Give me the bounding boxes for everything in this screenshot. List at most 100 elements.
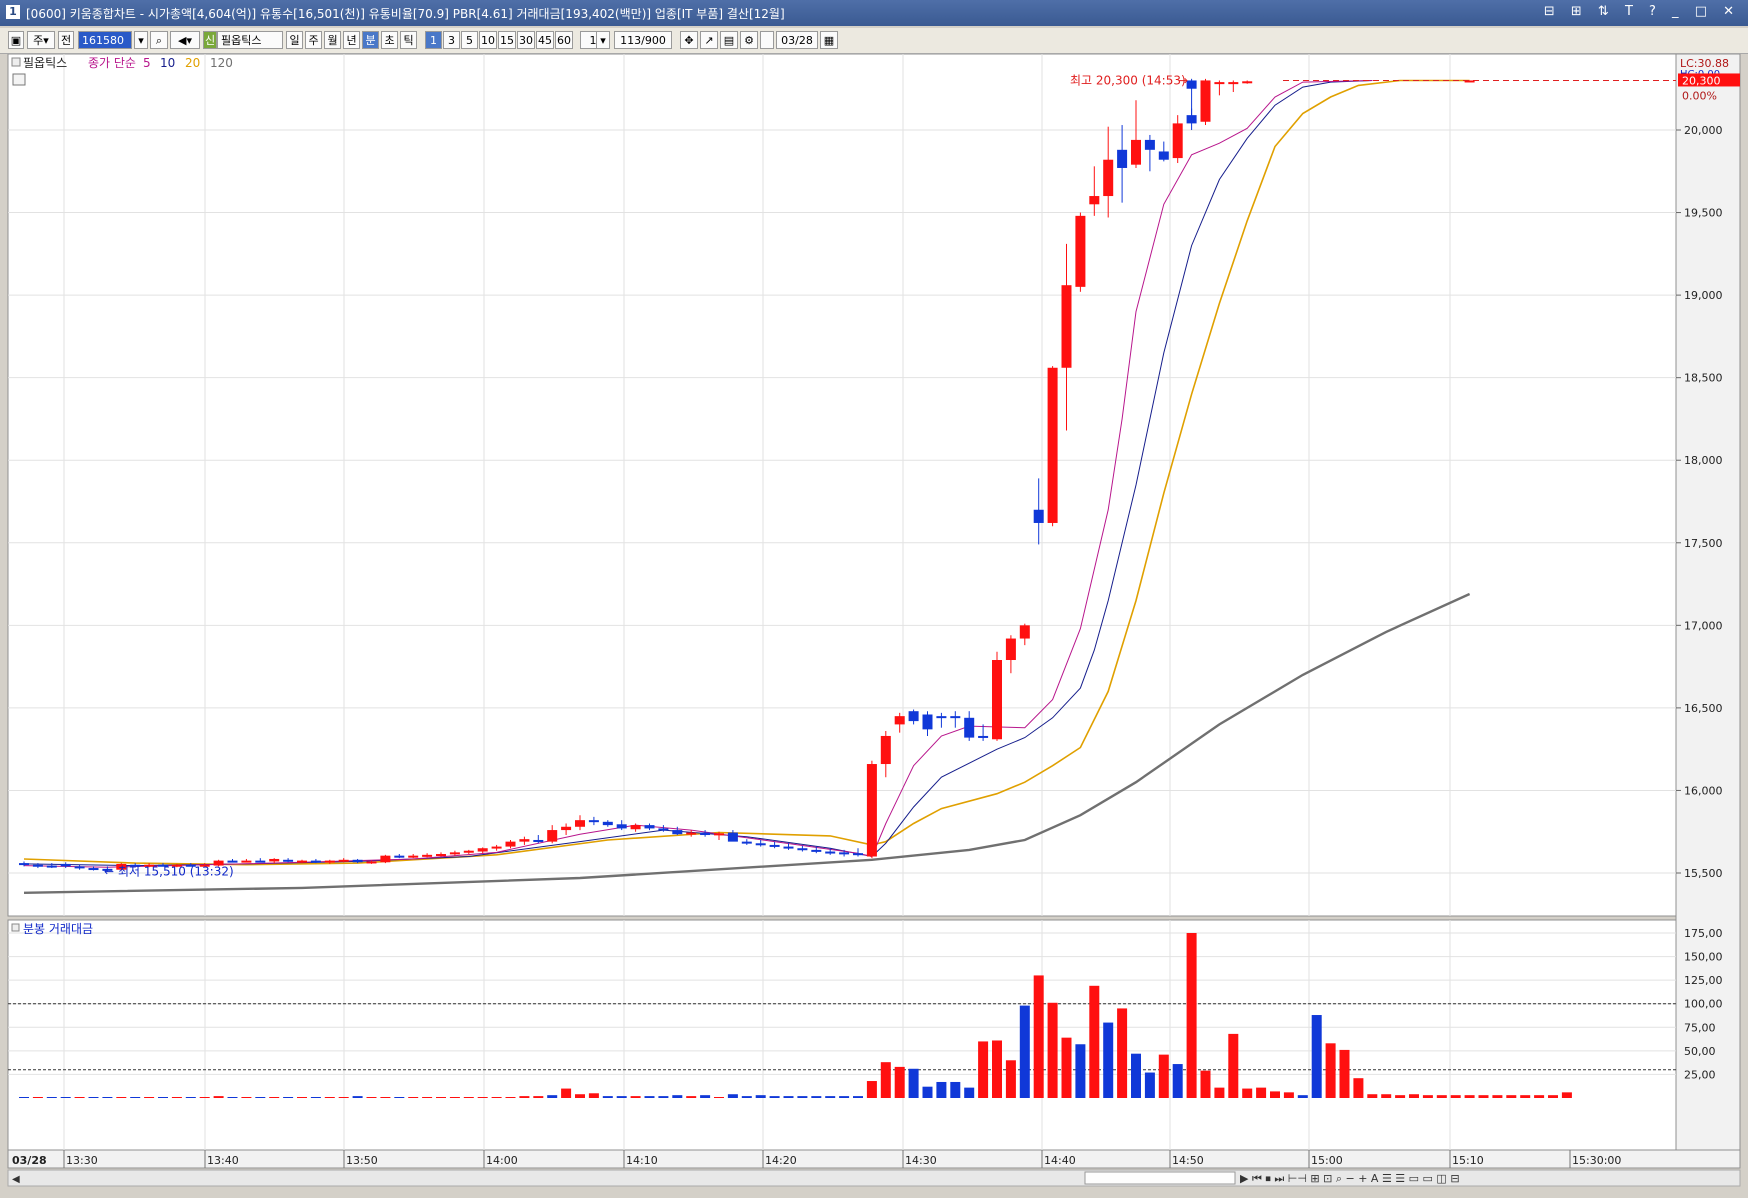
candle-body — [352, 859, 363, 863]
current-price-label: 20,300 — [1682, 74, 1721, 87]
candle-body — [1005, 638, 1016, 661]
layout-icon[interactable]: ▣ — [8, 31, 24, 49]
candle-body — [519, 839, 530, 842]
price-panel — [7, 53, 1677, 917]
stock-legend-label: 필옵틱스 — [23, 56, 67, 70]
candle-body — [88, 868, 99, 871]
volume-bar — [1422, 1095, 1433, 1098]
date-input[interactable]: 03/28 — [776, 31, 818, 49]
candle-body — [394, 855, 405, 858]
chevron-down-icon[interactable]: ▾ — [134, 31, 148, 49]
interval-button-1[interactable]: 1 — [425, 31, 442, 49]
candle-body — [366, 861, 377, 864]
candle-body — [463, 850, 474, 853]
volume-bar — [1242, 1088, 1253, 1098]
candle-body — [269, 858, 280, 862]
volume-bar — [783, 1096, 794, 1098]
volume-bar — [380, 1097, 391, 1098]
period-tab-2[interactable]: 월 — [324, 31, 341, 49]
volume-bar — [255, 1097, 266, 1098]
ma-legend-period: 5 — [143, 56, 151, 70]
candle-body — [672, 830, 683, 835]
candle-body — [1033, 509, 1044, 523]
volume-bar — [936, 1081, 947, 1098]
period-tab-0[interactable]: 일 — [286, 31, 303, 49]
volume-bar — [1089, 985, 1100, 1098]
volume-tick-label: 125,00 — [1684, 974, 1723, 987]
low-arrow: ← — [104, 864, 114, 878]
volume-bar — [853, 1096, 863, 1098]
volume-bar — [1353, 1078, 1364, 1098]
interval-button-45[interactable]: 45 — [536, 31, 554, 49]
interval-button-15[interactable]: 15 — [498, 31, 516, 49]
volume-bar — [1033, 975, 1044, 1098]
volume-menu-icon — [11, 923, 20, 932]
volume-bar — [616, 1096, 627, 1098]
candle-body — [727, 832, 738, 842]
volume-bar — [1478, 1095, 1489, 1098]
window-title: [0600] 키움종합차트 - 시가총액[4,604(억)] 유통수[16,50… — [26, 7, 785, 21]
volume-bar — [130, 1097, 141, 1098]
crosshair-icon[interactable]: ✥ — [680, 31, 698, 49]
volume-bar — [213, 1096, 224, 1098]
chart-toolbar: ▣ 주▾ 전 161580 ▾ ⌕ ◀▾ 신 필옵틱스 일 주 월 년 분 초 틱 1 3 5 10… — [0, 28, 1748, 54]
volume-bar — [992, 1040, 1002, 1098]
period-tab-5[interactable]: 초 — [381, 31, 398, 49]
volume-bar — [1144, 1072, 1155, 1098]
candle-body — [449, 852, 460, 855]
candle-body — [1158, 151, 1169, 160]
candle-body — [297, 860, 307, 863]
volume-bar — [1311, 1015, 1322, 1098]
draw-tool-icon[interactable]: ↗ — [700, 31, 718, 49]
interval-button-30[interactable]: 30 — [517, 31, 535, 49]
candle-body — [630, 825, 641, 830]
volume-bar — [1436, 1095, 1447, 1098]
candle-body — [853, 853, 863, 856]
period-tab-1[interactable]: 주 — [305, 31, 322, 49]
volume-tick-label: 75,00 — [1684, 1021, 1716, 1034]
volume-bar — [32, 1097, 43, 1098]
search-icon[interactable]: ⌕ — [150, 31, 168, 49]
volume-bar — [199, 1097, 210, 1098]
low-label: 최저 15,510 (13:32) — [118, 864, 234, 878]
stock-code-input[interactable]: 161580 — [78, 31, 132, 49]
settings-icon[interactable]: ⚙ — [740, 31, 758, 49]
calendar-icon[interactable]: ▦ — [820, 31, 838, 49]
x-tick-label: 14:10 — [626, 1154, 658, 1167]
ma-legend-period: 120 — [210, 56, 233, 70]
interval-button-5[interactable]: 5 — [461, 31, 478, 49]
candle-body — [950, 716, 961, 719]
volume-bar — [1381, 1094, 1392, 1098]
volume-legend-label: 분봉 거래대금 — [23, 922, 93, 936]
interval-dropdown-icon[interactable]: ▾ — [596, 31, 610, 49]
volume-bar — [491, 1097, 502, 1098]
scroll-controls-icon: ▶ ⏮ ⏹ ⏭ ⊢⊣ ⊞ ⊡ ⌕ − + A ☰ ☰ ▭ ▭ ◫ ⊟ — [1240, 1172, 1460, 1185]
interval-button-10[interactable]: 10 — [479, 31, 497, 49]
interval-button-60[interactable]: 60 — [555, 31, 573, 49]
candle-body — [1186, 80, 1197, 89]
volume-bar — [394, 1097, 405, 1098]
period-tab-4[interactable]: 분 — [362, 31, 379, 49]
volume-bar — [366, 1097, 377, 1098]
type-select[interactable]: 주▾ — [27, 31, 55, 49]
candle-body — [1089, 196, 1100, 205]
volume-bar — [908, 1068, 919, 1098]
candle-body — [922, 714, 933, 730]
volume-bar — [1172, 1064, 1183, 1098]
interval-button-3[interactable]: 3 — [443, 31, 460, 49]
candle-body — [1228, 82, 1239, 85]
stock-name-field[interactable]: 필옵틱스 — [217, 31, 283, 49]
window-controls[interactable]: ⊟ ⊞ ⇅ T ? _ □ ✕ — [1544, 4, 1740, 19]
volume-bar — [1520, 1095, 1531, 1098]
x-tick-label: 15:10 — [1452, 1154, 1484, 1167]
count-field[interactable]: 113/900 — [614, 31, 672, 49]
checkbox[interactable] — [760, 31, 774, 49]
speaker-icon[interactable]: ◀▾ — [170, 31, 200, 49]
period-tab-6[interactable]: 틱 — [400, 31, 417, 49]
volume-bar — [950, 1081, 961, 1098]
save-icon[interactable]: ▤ — [720, 31, 738, 49]
period-tab-3[interactable]: 년 — [343, 31, 360, 49]
market-button[interactable]: 전 — [58, 31, 74, 49]
volume-bar — [575, 1094, 585, 1098]
volume-bar — [297, 1097, 307, 1098]
